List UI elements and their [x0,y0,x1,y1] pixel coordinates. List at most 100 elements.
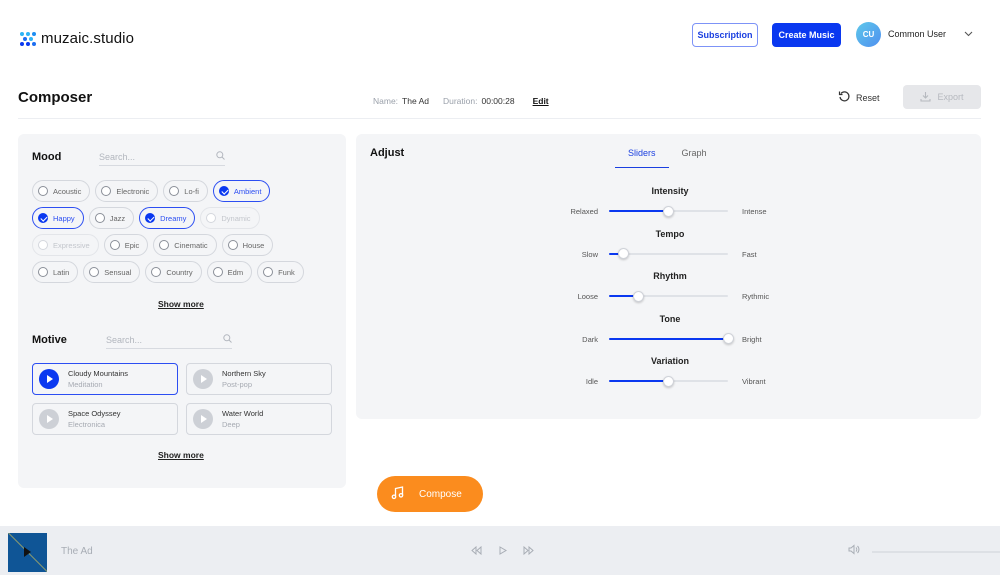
play-icon [24,547,31,557]
slider-thumb[interactable] [663,375,674,387]
slider-low-label: Dark [582,334,598,344]
chip-label: Edm [227,267,244,277]
motive-show-more-link[interactable]: Show more [158,450,204,460]
play-icon[interactable] [498,546,507,557]
radio-icon [38,267,48,277]
slider-track[interactable] [609,290,728,302]
search-icon [223,334,232,345]
logo[interactable]: muzaic.studio [20,30,134,47]
motive-genre: Post-pop [222,380,253,389]
chip-label: Dreamy [160,213,187,223]
motive-search-placeholder: Search... [106,334,143,345]
mood-chip[interactable]: Happy [32,207,84,229]
slider-tone: Tone Dark Bright [556,314,784,357]
reset-icon [838,90,851,105]
mood-chip[interactable]: Epic [103,234,149,256]
slider-thumb[interactable] [633,290,645,302]
chip-label: Electronic [116,186,150,196]
slider-track[interactable] [609,205,728,217]
duration-label: Duration: [442,96,478,106]
chip-label: Latin [53,267,70,277]
slider-track[interactable] [609,248,728,259]
player-controls [471,545,534,557]
play-icon[interactable] [193,369,213,389]
motive-card[interactable]: Space Odyssey Electronica [32,403,178,435]
radio-icon [151,267,162,277]
create-music-button[interactable]: Create Music [772,23,841,47]
motive-genre: Electronica [68,420,106,429]
mood-chip[interactable]: Ambient [212,180,271,202]
compose-button[interactable]: Compose [377,476,483,512]
mood-chip[interactable]: House [221,234,274,256]
slider-track[interactable] [609,375,728,387]
check-icon [218,186,229,196]
edit-link[interactable]: Edit [533,96,549,106]
slider-high-label: Intense [742,207,767,216]
radio-icon [206,213,217,223]
volume-slider[interactable] [872,551,1000,553]
slider-name: Variation [650,356,689,366]
slider-name: Intensity [651,186,689,196]
reset-label: Reset [856,92,880,103]
export-label: Export [937,92,964,102]
motive-search-input[interactable]: Search... [106,331,232,349]
top-bar: muzaic.studio Subscription Create Music … [0,0,1000,80]
logo-icon [20,31,36,47]
radio-icon [212,267,223,277]
motive-card[interactable]: Cloudy Mountains Meditation [32,363,178,395]
user-name[interactable]: Common User [888,29,946,39]
slider-track[interactable] [609,333,734,344]
export-button[interactable]: Export [903,85,981,109]
chevron-down-icon[interactable] [964,29,973,39]
adjust-panel: Adjust Sliders Graph Intensity Relaxed I… [356,134,981,419]
duration-value: 00:00:28 [481,96,515,106]
chip-label: Lo-fi [184,186,199,196]
mood-chips: Acoustic Electronic Lo-fi Ambient Happy … [32,180,337,288]
subscription-button[interactable]: Subscription [692,23,758,47]
mood-chip[interactable]: Latin [32,261,79,283]
mood-chip[interactable]: Lo-fi [163,180,208,202]
play-icon[interactable] [193,409,213,429]
motive-list: Cloudy Mountains Meditation Northern Sky P… [32,363,332,435]
mood-chip[interactable]: Cinematic [153,234,217,256]
chip-label: Happy [53,213,75,223]
volume-icon[interactable] [848,544,860,558]
slider-thumb[interactable] [722,333,734,344]
mood-chip[interactable]: Acoustic [32,180,91,202]
reset-button[interactable]: Reset [838,90,880,105]
play-icon[interactable] [39,369,59,389]
chip-label: Cinematic [174,240,208,250]
chip-label: Expressive [53,240,90,250]
slider-thumb[interactable] [663,205,674,217]
track-cover[interactable] [8,533,47,572]
mood-chip[interactable]: Jazz [88,207,135,229]
mood-chip[interactable]: Electronic [95,180,159,202]
tab-sliders[interactable]: Sliders [615,148,669,168]
mood-chip[interactable]: Dreamy [139,207,196,229]
radio-icon [89,267,100,277]
motive-card[interactable]: Water World Deep [186,403,332,435]
rewind-icon[interactable] [471,545,482,557]
chip-label: Acoustic [53,186,82,196]
motive-card[interactable]: Northern Sky Post-pop [186,363,332,395]
mood-show-more-link[interactable]: Show more [158,299,204,309]
mood-chip[interactable]: Country [145,261,202,283]
tab-graph[interactable]: Graph [669,148,720,168]
motive-title-text: Northern Sky [222,369,266,378]
mood-chip[interactable]: Funk [257,261,304,283]
slider-high-label: Vibrant [742,377,766,386]
slider-fill [609,380,669,382]
fast-forward-icon[interactable] [523,545,534,557]
slider-low-label: Loose [577,292,598,301]
play-icon[interactable] [39,409,59,429]
slider-intensity: Intensity Relaxed Intense [556,186,784,229]
slider-name: Tone [659,313,681,324]
mood-search-input[interactable]: Search... [99,148,225,166]
mood-chip[interactable]: Edm [206,261,253,283]
avatar[interactable]: CU [856,22,881,47]
chip-label: Epic [124,240,140,250]
mood-chip[interactable]: Sensual [83,261,141,283]
check-icon [145,213,156,223]
slider-thumb[interactable] [617,248,629,259]
mood-title: Mood [32,151,62,163]
